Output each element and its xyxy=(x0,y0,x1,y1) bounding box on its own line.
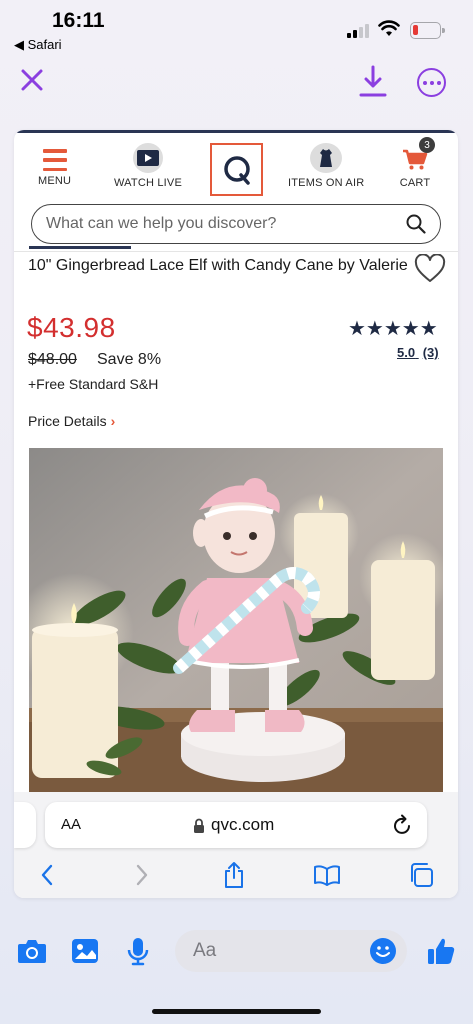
forward-button[interactable] xyxy=(127,860,157,890)
price-details-label: Price Details xyxy=(28,413,107,429)
cart-count-badge: 3 xyxy=(419,137,435,153)
divider xyxy=(14,251,458,252)
emoji-icon[interactable] xyxy=(369,937,397,965)
status-bar: 16:11 ◀ Safari xyxy=(0,0,473,56)
message-composer: Aa xyxy=(0,926,473,976)
gallery-button[interactable] xyxy=(68,934,102,968)
nav-items-on-air-label: ITEMS ON AIR xyxy=(288,177,365,189)
message-placeholder: Aa xyxy=(193,940,217,961)
camera-button[interactable] xyxy=(15,934,49,968)
download-icon[interactable] xyxy=(358,64,388,98)
book-icon xyxy=(314,865,340,886)
product-image[interactable] xyxy=(29,448,443,798)
nav-items-on-air[interactable]: ITEMS ON AIR xyxy=(288,143,364,189)
qvc-logo[interactable] xyxy=(210,143,263,196)
product-title: 10" Gingerbread Lace Elf with Candy Cane… xyxy=(28,257,408,274)
dress-icon xyxy=(310,143,343,173)
rating-link[interactable]: 5.0 (3) xyxy=(397,345,439,360)
voice-button[interactable] xyxy=(121,934,155,968)
tv-play-icon xyxy=(133,143,163,173)
shipping-info: +Free Standard S&H xyxy=(28,376,159,392)
safari-page-card: MENU WATCH LIVE ITEMS ON AIR 3 CART What… xyxy=(14,130,458,898)
nav-watch-live-label: WATCH LIVE xyxy=(114,177,183,189)
message-input[interactable]: Aa xyxy=(175,930,407,972)
rating-stars: ★★★★★ xyxy=(348,318,438,340)
tabs-button[interactable] xyxy=(406,860,436,890)
safari-toolbar: AA qvc.com xyxy=(14,792,458,898)
previous-tab-stub[interactable] xyxy=(14,802,36,848)
chevron-left-icon xyxy=(41,864,53,886)
product-price: $43.98 xyxy=(27,312,116,343)
original-price: $48.00 xyxy=(28,351,77,368)
nav-cart[interactable]: 3 CART xyxy=(399,137,435,189)
signal-icon xyxy=(347,24,371,38)
nav-menu[interactable]: MENU xyxy=(38,143,71,187)
close-icon[interactable] xyxy=(18,66,46,94)
qvc-q-icon xyxy=(223,155,250,185)
home-indicator xyxy=(152,1009,321,1014)
back-to-safari-link[interactable]: ◀ Safari xyxy=(14,37,62,53)
review-count: (3) xyxy=(422,345,439,360)
like-button[interactable] xyxy=(424,934,458,968)
heart-icon[interactable] xyxy=(414,254,446,284)
search-input[interactable]: What can we help you discover? xyxy=(31,204,441,244)
more-icon[interactable] xyxy=(417,68,446,97)
url-text: qvc.com xyxy=(211,815,275,834)
qvc-nav-bar: MENU WATCH LIVE ITEMS ON AIR 3 CART What… xyxy=(14,133,458,252)
reader-aa-button[interactable]: AA xyxy=(61,816,81,833)
chevron-right-icon xyxy=(136,864,148,886)
share-icon xyxy=(225,862,243,888)
battery-icon xyxy=(410,22,445,39)
nav-cart-label: CART xyxy=(399,177,431,189)
camera-icon xyxy=(18,940,46,963)
rating-value: 5.0 xyxy=(397,345,416,360)
price-details-link[interactable]: Price Details › xyxy=(28,413,115,429)
nav-watch-live[interactable]: WATCH LIVE xyxy=(114,143,182,189)
wifi-icon xyxy=(378,20,400,36)
hamburger-menu-icon xyxy=(42,149,67,171)
thumbs-up-icon xyxy=(428,938,455,964)
lock-icon xyxy=(194,818,204,833)
tabs-icon xyxy=(411,863,433,887)
reload-icon[interactable] xyxy=(393,814,413,836)
address-url: qvc.com xyxy=(193,815,274,835)
cart-icon: 3 xyxy=(399,137,435,173)
image-icon xyxy=(72,939,98,963)
status-time: 16:11 xyxy=(52,9,105,32)
save-percent: Save 8% xyxy=(97,351,162,368)
search-icon[interactable] xyxy=(406,214,426,234)
chevron-right-icon: › xyxy=(110,413,116,429)
search-placeholder: What can we help you discover? xyxy=(46,215,277,232)
tab-indicator xyxy=(29,246,131,249)
nav-menu-label: MENU xyxy=(38,175,72,187)
back-button[interactable] xyxy=(32,860,62,890)
share-button[interactable] xyxy=(219,860,249,890)
bookmarks-button[interactable] xyxy=(312,860,342,890)
address-bar[interactable]: AA qvc.com xyxy=(45,802,427,848)
microphone-icon xyxy=(127,938,149,966)
